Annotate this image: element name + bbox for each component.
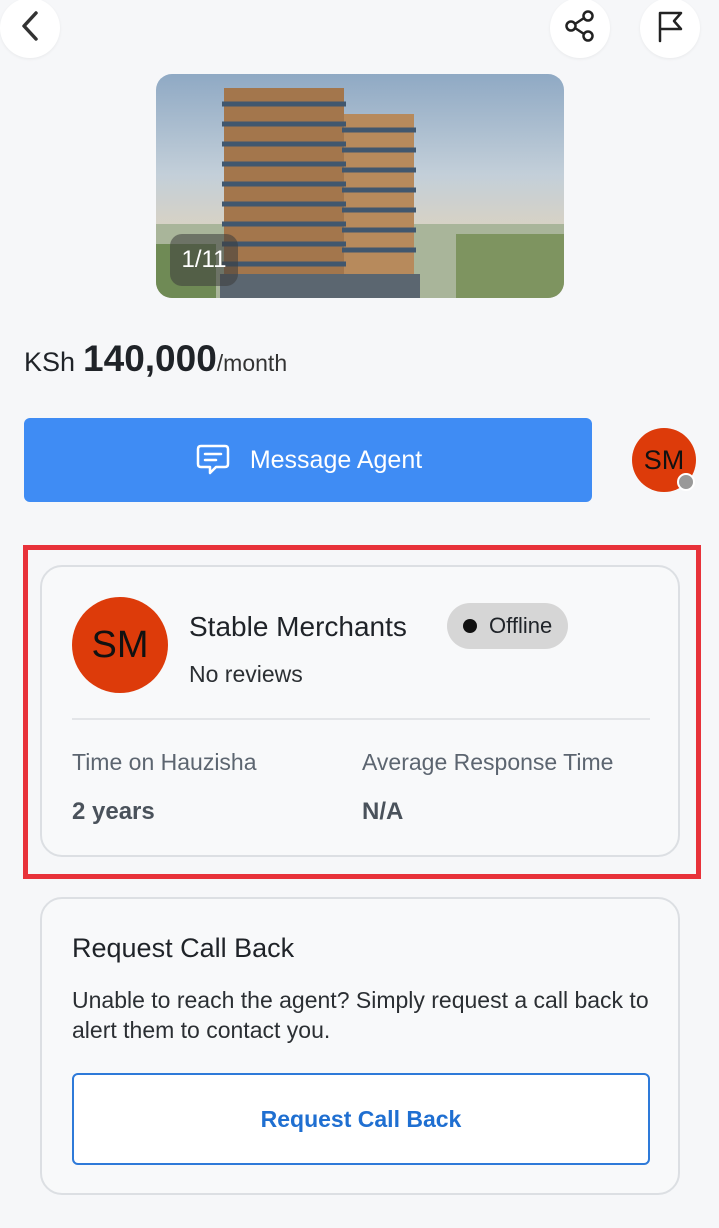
flag-icon: [655, 9, 685, 48]
agent-avatar: SM: [72, 597, 168, 693]
request-call-back-button[interactable]: Request Call Back: [72, 1073, 650, 1165]
response-time-label: Average Response Time: [362, 749, 614, 775]
message-agent-button[interactable]: Message Agent: [24, 418, 592, 502]
price: KSh 140,000 /month: [24, 338, 287, 380]
time-on-platform-label: Time on Hauzisha: [72, 749, 257, 775]
agent-card[interactable]: SM Stable Merchants Offline No reviews T…: [40, 565, 680, 857]
chevron-left-icon: [19, 10, 41, 47]
status-badge: Offline: [447, 603, 569, 649]
share-icon: [563, 9, 597, 48]
image-counter: 1/11: [170, 234, 238, 286]
chat-icon: [194, 441, 232, 479]
agent-reviews: No reviews: [189, 661, 303, 687]
time-on-platform-value: 2 years: [72, 798, 155, 825]
callback-description: Unable to reach the agent? Simply reques…: [72, 987, 649, 1043]
status-label: Offline: [489, 613, 553, 638]
price-period: /month: [216, 350, 288, 376]
agent-name: Stable Merchants: [189, 611, 407, 642]
callback-title: Request Call Back: [72, 933, 295, 963]
price-amount: 140,000: [83, 338, 217, 379]
response-time-value: N/A: [362, 798, 404, 825]
status-dot: [677, 473, 695, 491]
message-agent-label: Message Agent: [249, 445, 423, 474]
price-currency: KSh: [24, 347, 76, 377]
status-indicator: [463, 619, 477, 633]
divider: [72, 718, 650, 720]
callback-card: Request Call Back Unable to reach the ag…: [40, 897, 680, 1195]
back-button[interactable]: [0, 0, 60, 58]
share-button[interactable]: [550, 0, 610, 58]
report-button[interactable]: [640, 0, 700, 58]
